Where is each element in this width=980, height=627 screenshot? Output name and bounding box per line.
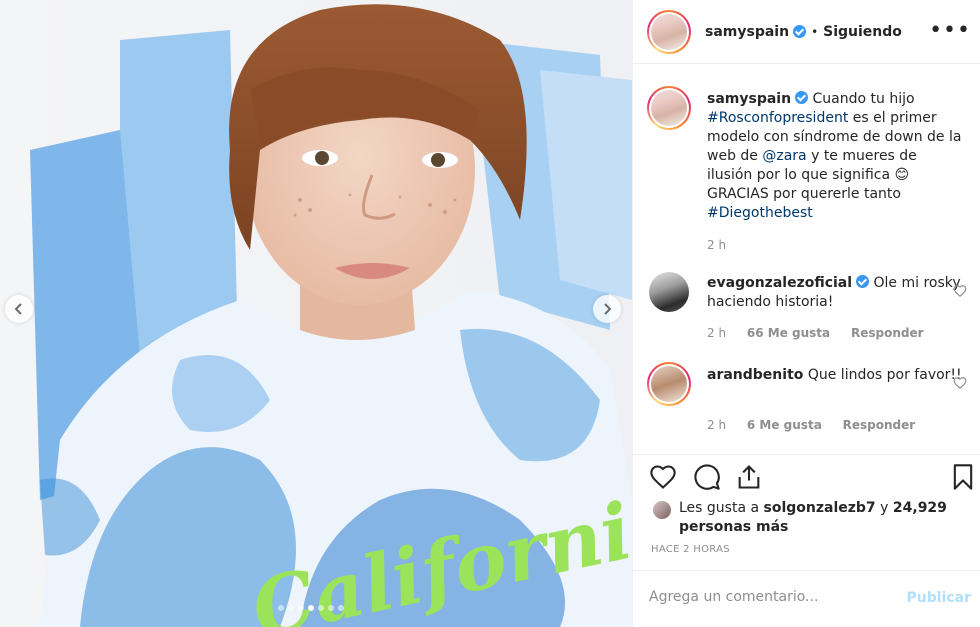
post-photo: California — [0, 0, 632, 627]
comment-item: evagonzalezoficial Ole mi rosky haciendo… — [647, 270, 967, 350]
carousel-dot — [308, 605, 314, 611]
comment-body: Que lindos por favor!! — [807, 367, 962, 383]
carousel-dot — [298, 605, 304, 611]
commenter-avatar[interactable] — [649, 272, 689, 312]
smile-emoji: 😊 — [894, 167, 910, 183]
more-options-icon[interactable]: ••• — [929, 18, 971, 43]
post-time-ago[interactable]: HACE 2 HORAS — [651, 544, 730, 555]
next-slide-button[interactable] — [593, 295, 621, 323]
liker-username[interactable]: solgonzalezb7 — [764, 500, 876, 516]
like-comment-heart-icon[interactable] — [953, 284, 967, 298]
caption-time[interactable]: 2 h — [707, 238, 726, 252]
hashtag-link[interactable]: #Diegothebest — [707, 205, 813, 221]
share-icon[interactable] — [735, 463, 763, 491]
caption-meta: 2 h — [707, 238, 743, 252]
post-actions: Les gusta a solgonzalezb7 y 24,929 perso… — [633, 454, 980, 574]
publish-button[interactable]: Publicar — [907, 590, 972, 606]
liker-avatar[interactable] — [653, 501, 671, 519]
comment-text: arandbenito Que lindos por favor!! — [707, 366, 965, 385]
caption-text: samyspain Cuando tu hijo #Rosconfopresid… — [707, 90, 965, 223]
comment-time[interactable]: 2 h — [707, 326, 726, 340]
chevron-right-icon — [604, 303, 612, 315]
author-avatar[interactable] — [647, 9, 691, 54]
hashtag-link[interactable]: #Rosconfopresident — [707, 110, 848, 126]
comment-username[interactable]: arandbenito — [707, 367, 803, 383]
carousel-indicator — [278, 605, 344, 611]
likes-conjunction: y — [880, 500, 889, 516]
chevron-left-icon — [14, 303, 22, 315]
comment-username[interactable]: evagonzalezoficial — [707, 275, 852, 291]
caption-part: GRACIAS por quererle tanto — [707, 186, 901, 202]
post-media: California — [0, 0, 632, 627]
author-username[interactable]: samyspain — [705, 24, 789, 40]
comment-text: evagonzalezoficial Ole mi rosky haciendo… — [707, 274, 965, 312]
caption-username[interactable]: samyspain — [707, 91, 791, 107]
comment-input[interactable] — [649, 589, 899, 605]
post-details-panel: samyspain • Siguiendo ••• samyspain Cuan… — [632, 0, 980, 627]
commenter-avatar[interactable] — [647, 362, 691, 406]
comment-time[interactable]: 2 h — [707, 418, 726, 432]
previous-slide-button[interactable] — [5, 295, 33, 323]
caption: samyspain Cuando tu hijo #Rosconfopresid… — [647, 86, 967, 256]
verified-badge-icon — [793, 25, 807, 38]
comment-bubble-icon[interactable] — [693, 463, 721, 491]
comment-meta: 2 h 66 Me gusta Responder — [707, 326, 941, 340]
verified-badge-icon — [795, 91, 809, 104]
separator-dot: • — [811, 24, 819, 39]
likes-prefix: Les gusta a — [679, 500, 760, 516]
comments-list: samyspain Cuando tu hijo #Rosconfopresid… — [633, 64, 980, 454]
carousel-dot — [338, 605, 344, 611]
comment-likes[interactable]: 66 Me gusta — [747, 326, 830, 340]
follow-status-button[interactable]: Siguiendo — [823, 24, 902, 40]
comment-meta: 2 h 6 Me gusta Responder — [707, 418, 932, 432]
carousel-dot — [328, 605, 334, 611]
carousel-dot — [318, 605, 324, 611]
reply-button[interactable]: Responder — [851, 326, 924, 340]
carousel-dot — [288, 605, 294, 611]
add-comment-bar: Publicar — [633, 570, 980, 627]
comment-likes[interactable]: 6 Me gusta — [747, 418, 822, 432]
bookmark-icon[interactable] — [949, 463, 977, 491]
caption-part: Cuando tu hijo — [812, 91, 915, 107]
comment-item: arandbenito Que lindos por favor!! 2 h 6… — [647, 362, 967, 442]
verified-badge-icon — [856, 275, 870, 288]
like-heart-icon[interactable] — [649, 463, 677, 491]
like-comment-heart-icon[interactable] — [953, 376, 967, 390]
post-header: samyspain • Siguiendo ••• — [633, 0, 980, 64]
reply-button[interactable]: Responder — [843, 418, 916, 432]
carousel-dot — [278, 605, 284, 611]
likes-text: Les gusta a solgonzalezb7 y 24,929 perso… — [679, 499, 969, 537]
caption-avatar[interactable] — [647, 86, 691, 130]
mention-link[interactable]: @zara — [762, 148, 806, 164]
